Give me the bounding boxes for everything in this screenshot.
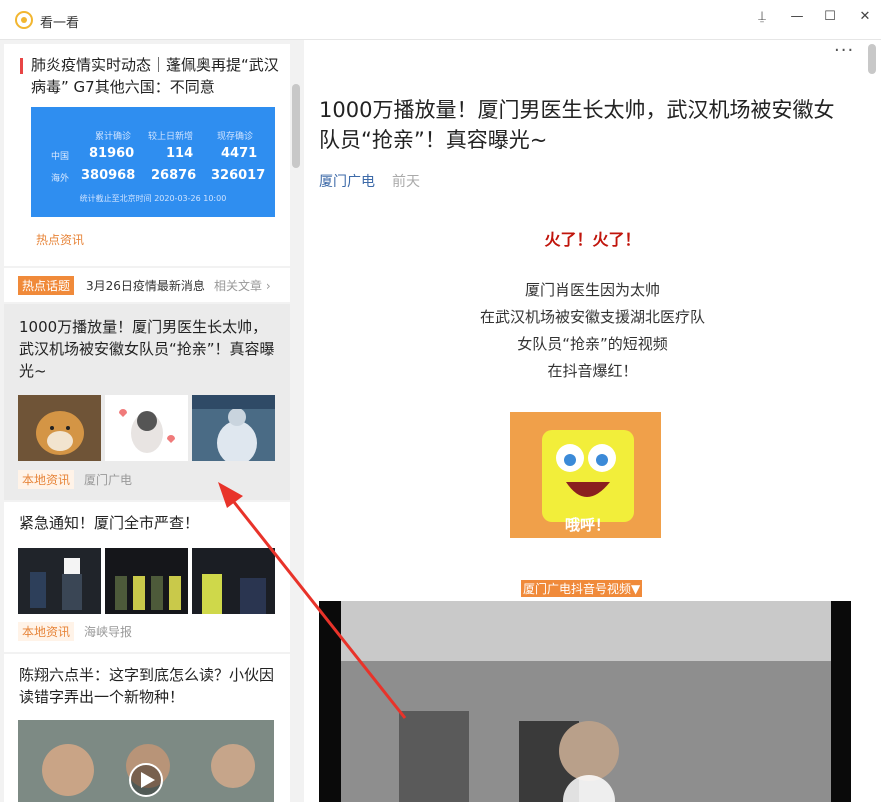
related-articles-link[interactable]: 相关文章 › <box>214 277 271 294</box>
close-button[interactable]: ✕ <box>853 6 877 28</box>
stat-header: 现存确诊 <box>217 132 254 142</box>
article-title: 1000万播放量！厦门男医生长太帅，武汉机场被安徽女队员“抢亲”！真容曝光~ <box>319 98 835 152</box>
stat-value: 26876 <box>151 168 197 183</box>
minimize-button[interactable]: — <box>785 6 809 28</box>
hot-topic-badge: 热点话题 <box>18 276 75 295</box>
stat-value: 380968 <box>81 168 136 183</box>
stat-value: 81960 <box>89 146 135 161</box>
card-title: 陈翔六点半：这字到底怎么读？小伙因读错字弄出一个新物种！ <box>19 666 275 706</box>
police-vest-thumbnail <box>192 548 275 614</box>
more-options-icon[interactable]: ··· <box>834 40 854 61</box>
feed-list: 肺炎疫情实时动态｜蓬佩奥再提“武汉病毒” G7其他六国：不同意 累计确诊 较上日… <box>0 40 304 802</box>
title-bar: 看一看 ⍊ — ☐ ✕ <box>0 0 881 40</box>
stat-footnote: 统计截止至北京时间 2020-03-26 10:00 <box>79 194 227 203</box>
shiba-dog-thumbnail <box>18 395 101 461</box>
sticker-caption: 哦呼！ <box>565 516 611 534</box>
thumbnail-row <box>18 395 275 461</box>
police-lineup-thumbnail <box>105 548 188 614</box>
pin-icon[interactable]: ⍊ <box>750 6 774 28</box>
penguin-sticker-thumbnail <box>105 395 188 461</box>
article-highlight: 火了！火了！ <box>544 230 641 249</box>
video-thumbnail[interactable] <box>18 720 274 802</box>
card-source: 海峡导报 <box>84 625 133 639</box>
article-scrollbar[interactable] <box>868 44 876 74</box>
feed-card-selected[interactable]: 1000万播放量！厦门男医生长太帅，武汉机场被安徽女队员“抢亲”！真容曝光~ 本… <box>4 304 290 500</box>
article-paragraph: 厦门肖医生因为太帅 <box>524 281 660 299</box>
feed-scrollbar[interactable] <box>292 84 300 168</box>
article-pane: ··· 1000万播放量！厦门男医生长太帅，武汉机场被安徽女队员“抢亲”！真容曝… <box>304 40 881 802</box>
category-tag[interactable]: 本地资讯 <box>18 470 75 489</box>
stat-header: 较上日新增 <box>148 132 194 142</box>
thumbnail-row <box>18 548 275 614</box>
stat-value: 4471 <box>221 146 258 161</box>
category-tag[interactable]: 热点资讯 <box>32 230 88 249</box>
douyin-video-label: 厦门广电抖音号视频▼ <box>521 580 643 597</box>
stat-row-label: 中国 <box>51 152 70 162</box>
app-logo-icon <box>15 11 33 29</box>
feed-card[interactable]: 陈翔六点半：这字到底怎么读？小伙因读错字弄出一个新物种！ <box>4 654 290 802</box>
article-paragraph: 女队员“抢亲”的短视频 <box>517 335 668 353</box>
feed-card-covid[interactable]: 肺炎疫情实时动态｜蓬佩奥再提“武汉病毒” G7其他六国：不同意 累计确诊 较上日… <box>4 44 290 266</box>
feed-card[interactable]: 紧急通知！厦门全市严查！ 本地资讯 海峡导报 <box>4 502 290 652</box>
card-title: 肺炎疫情实时动态｜蓬佩奥再提“武汉病毒” G7其他六国：不同意 <box>31 56 279 96</box>
red-marker <box>20 58 23 74</box>
card-title: 1000万播放量！厦门男医生长太帅，武汉机场被安徽女队员“抢亲”！真容曝光~ <box>19 318 275 380</box>
article-paragraph: 在抖音爆红！ <box>547 362 638 380</box>
article-time: 前天 <box>392 174 420 190</box>
card-title: 紧急通知！厦门全市严查！ <box>19 514 200 532</box>
medical-staff-thumbnail <box>192 395 275 461</box>
maximize-button[interactable]: ☐ <box>818 6 842 28</box>
police-scene-thumbnail <box>18 548 101 614</box>
spongebob-sticker: 哦呼！ <box>510 412 661 538</box>
stat-row-label: 海外 <box>51 174 70 184</box>
stat-header: 累计确诊 <box>95 132 132 142</box>
hot-topic-row[interactable]: 热点话题 3月26日疫情最新消息 相关文章 › <box>4 268 290 302</box>
stat-value: 114 <box>166 146 194 161</box>
card-source: 厦门广电 <box>84 473 133 487</box>
stat-value: 326017 <box>211 168 266 183</box>
covid-stats-banner[interactable]: 累计确诊 较上日新增 现存确诊 中国 81960 114 4471 海外 380… <box>31 107 275 217</box>
hot-topic-text: 3月26日疫情最新消息 <box>86 279 205 293</box>
window-title: 看一看 <box>40 16 80 31</box>
article-paragraph: 在武汉机场被安徽支援湖北医疗队 <box>479 308 705 326</box>
video-player[interactable] <box>319 601 851 802</box>
category-tag[interactable]: 本地资讯 <box>18 622 75 641</box>
article-source[interactable]: 厦门广电 <box>319 171 375 191</box>
